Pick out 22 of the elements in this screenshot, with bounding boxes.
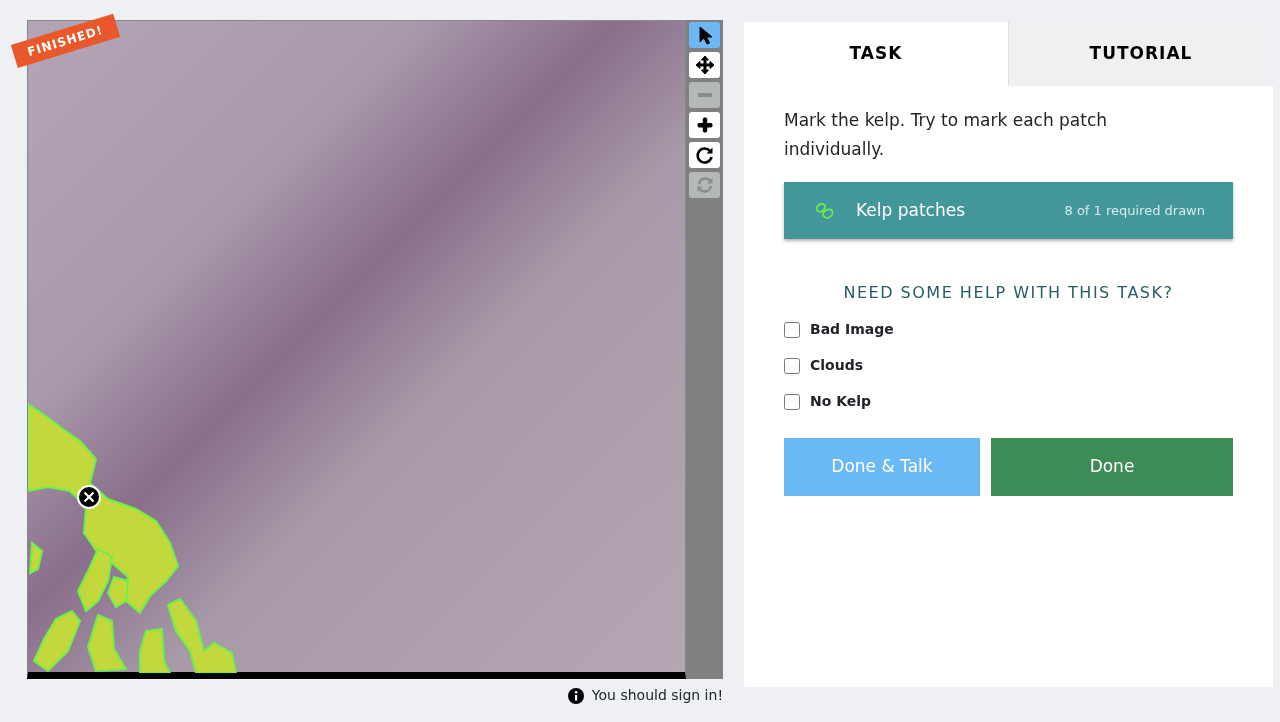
checkbox[interactable]	[784, 321, 800, 338]
move-tool-button[interactable]	[689, 52, 720, 78]
task-instruction: Mark the kelp. Try to mark each patch individually.	[784, 109, 1109, 161]
polygon-tool-icon	[814, 200, 836, 221]
checkbox[interactable]	[784, 357, 800, 374]
help-heading: NEED SOME HELP WITH THIS TASK?	[842, 282, 1175, 304]
checkbox[interactable]	[784, 393, 800, 410]
rotate-tool-button[interactable]	[689, 142, 720, 168]
checkbox-label[interactable]: No Kelp	[810, 391, 872, 412]
done-button[interactable]: Done	[991, 438, 1233, 496]
info-icon	[567, 687, 584, 704]
rotate-icon	[694, 145, 715, 165]
move-icon	[694, 55, 715, 75]
plus-icon	[694, 115, 715, 135]
delete-mark-icon[interactable]	[77, 485, 101, 509]
plus-tool-button[interactable]	[689, 112, 720, 138]
checkbox-label[interactable]: Clouds	[810, 355, 863, 376]
sign-in-notice: You should sign in!	[591, 686, 723, 705]
checkbox-label[interactable]: Bad Image	[810, 319, 894, 340]
tab[interactable]: TUTORIAL	[1008, 22, 1273, 86]
minus-icon	[697, 93, 712, 97]
pointer-tool-button[interactable]	[689, 22, 720, 48]
